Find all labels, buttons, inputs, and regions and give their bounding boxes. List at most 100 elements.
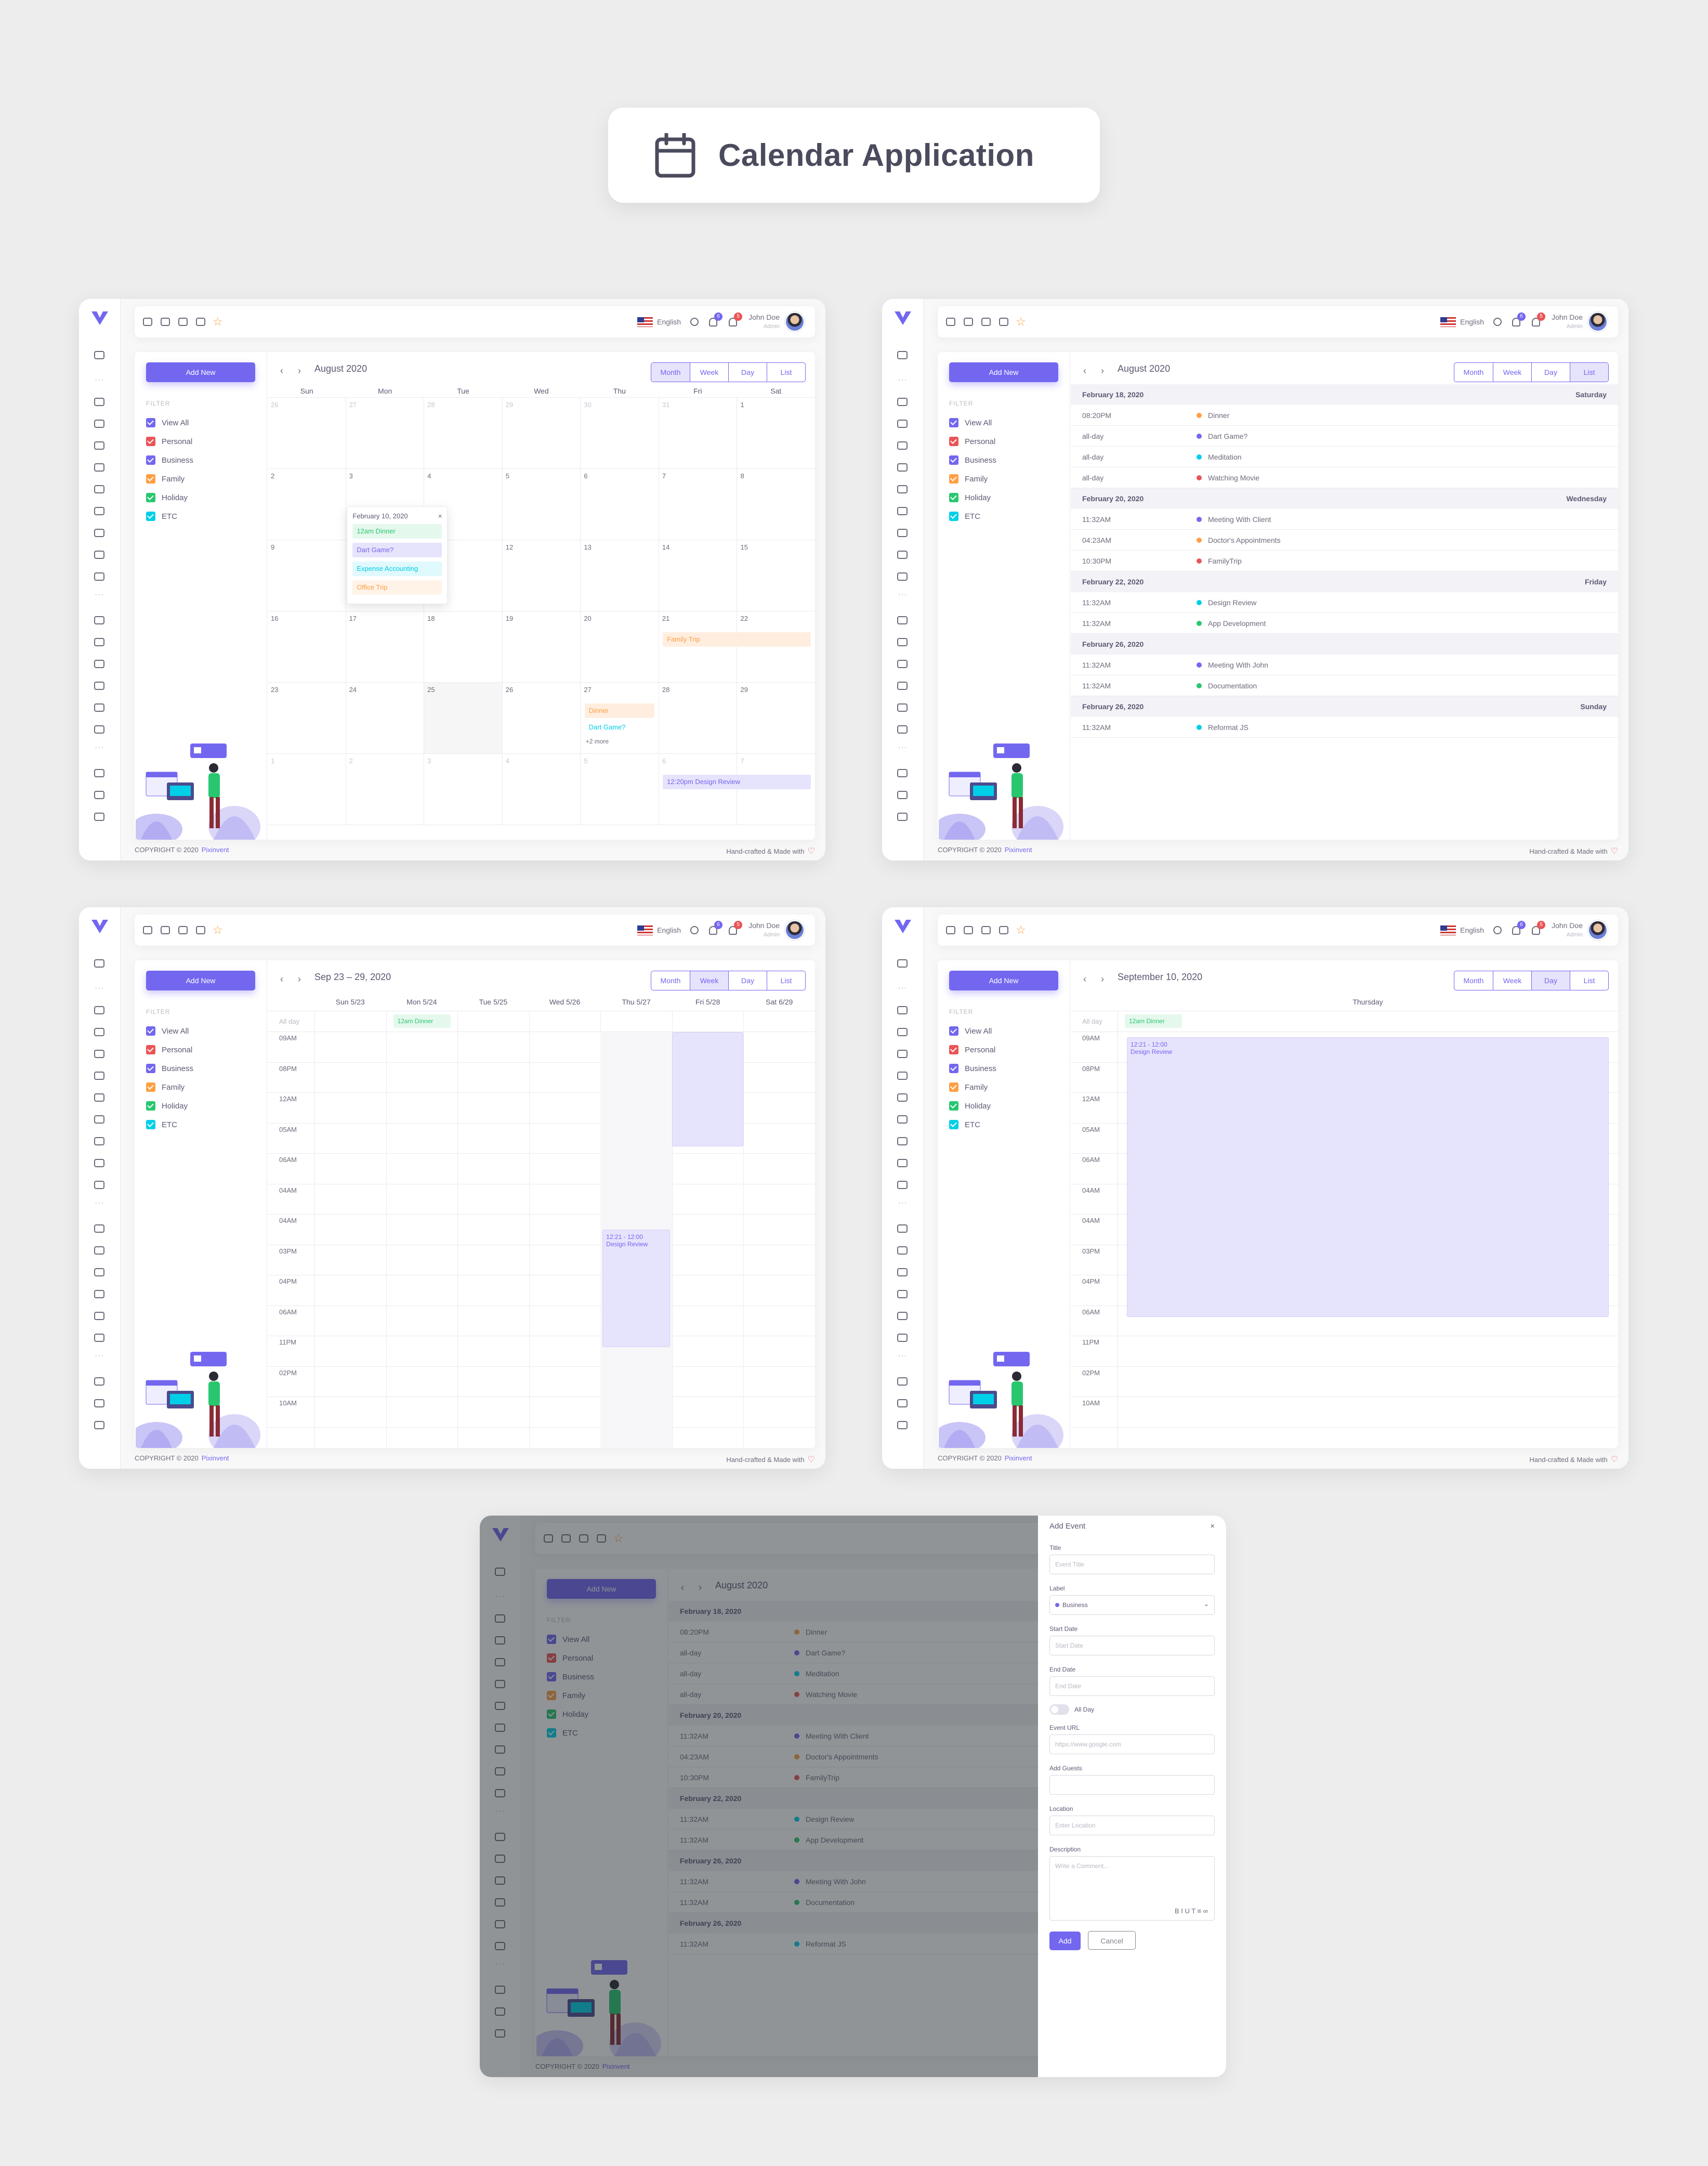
time-slot[interactable]: 06AM xyxy=(268,1154,815,1184)
nav-item-icon[interactable] xyxy=(897,398,908,406)
nav-item-icon[interactable] xyxy=(897,572,908,581)
nav-item-icon[interactable] xyxy=(94,1006,104,1014)
mail-icon[interactable] xyxy=(981,926,991,934)
nav-item-icon[interactable] xyxy=(897,638,908,646)
close-icon[interactable]: × xyxy=(1210,1522,1215,1531)
todo-icon[interactable] xyxy=(946,926,955,934)
day-cell[interactable]: 1 xyxy=(268,754,346,825)
checkbox[interactable] xyxy=(146,1064,155,1073)
view-tab-day[interactable]: Day xyxy=(728,971,767,990)
day-cell[interactable]: 31 xyxy=(659,398,738,468)
nav-item-icon[interactable] xyxy=(897,660,908,668)
nav-item-icon[interactable] xyxy=(94,1028,104,1036)
filter-item[interactable]: Personal xyxy=(949,432,996,451)
filter-item[interactable]: Personal xyxy=(146,1040,193,1059)
nav-item-icon[interactable] xyxy=(897,703,908,712)
event-chip[interactable]: Dart Game? xyxy=(585,720,654,735)
cart-icon[interactable]: 6 xyxy=(1512,312,1526,327)
checkbox[interactable] xyxy=(949,1026,958,1036)
popover-event[interactable]: Expense Accounting xyxy=(352,562,442,576)
nav-item-icon[interactable] xyxy=(897,551,908,559)
nav-item-icon[interactable] xyxy=(897,1115,908,1124)
nav-item-icon[interactable] xyxy=(94,1334,104,1342)
mail-icon[interactable] xyxy=(178,318,188,326)
nav-item-icon[interactable] xyxy=(897,1159,908,1167)
popover-event[interactable]: Dart Game? xyxy=(352,543,442,557)
nav-item-icon[interactable] xyxy=(94,1137,104,1145)
list-event-row[interactable]: 11:32AM Meeting With John xyxy=(1071,655,1618,675)
time-slot[interactable]: 02PM xyxy=(1071,1367,1618,1397)
view-tab-month[interactable]: Month xyxy=(651,363,690,382)
nav-item-icon[interactable] xyxy=(94,351,104,359)
list-event-row[interactable]: all-day Watching Movie xyxy=(1071,467,1618,488)
avatar[interactable] xyxy=(1588,312,1608,332)
nav-item-icon[interactable] xyxy=(94,1268,104,1276)
checkbox[interactable] xyxy=(949,1045,958,1054)
nav-item-icon[interactable] xyxy=(897,1072,908,1080)
nav-item-icon[interactable] xyxy=(897,1137,908,1145)
popover-event[interactable]: 12am Dinner xyxy=(352,524,442,539)
language-selector[interactable]: English xyxy=(1460,926,1484,934)
checkbox[interactable] xyxy=(949,1064,958,1073)
nav-item-icon[interactable] xyxy=(94,660,104,668)
checkbox[interactable] xyxy=(949,493,958,502)
filter-item[interactable]: Business xyxy=(949,451,996,469)
checkbox[interactable] xyxy=(949,418,958,427)
star-icon[interactable]: ☆ xyxy=(1016,923,1026,937)
chevron-right-icon[interactable]: › xyxy=(298,366,301,376)
filter-item[interactable]: View All xyxy=(949,413,996,432)
filter-item[interactable]: Family xyxy=(949,469,996,488)
day-cell[interactable]: 22 xyxy=(737,611,815,682)
nav-item-icon[interactable] xyxy=(94,1421,104,1429)
todo-icon[interactable] xyxy=(143,318,152,326)
nav-item-icon[interactable] xyxy=(94,398,104,406)
view-tab-month[interactable]: Month xyxy=(1454,971,1493,990)
view-tab-week[interactable]: Week xyxy=(690,971,728,990)
checkbox[interactable] xyxy=(146,1045,155,1054)
nav-item-icon[interactable] xyxy=(897,725,908,734)
avatar[interactable] xyxy=(1588,920,1608,940)
chevron-right-icon[interactable]: › xyxy=(298,974,301,985)
nav-item-icon[interactable] xyxy=(897,1181,908,1189)
bell-icon[interactable]: 5 xyxy=(729,312,743,327)
list-event-row[interactable]: 11:32AM Reformat JS xyxy=(1071,717,1618,738)
day-cell[interactable]: 9 xyxy=(268,540,346,611)
more-events-link[interactable]: +2 more xyxy=(586,738,609,745)
cart-icon[interactable]: 6 xyxy=(709,920,723,935)
nav-item-icon[interactable] xyxy=(897,1399,908,1407)
chat-icon[interactable] xyxy=(161,318,170,326)
time-slot[interactable]: 03PM xyxy=(268,1245,815,1275)
time-slot[interactable]: 10AM xyxy=(1071,1397,1618,1428)
event-chip[interactable]: 12am Dinner xyxy=(1125,1014,1182,1028)
time-slot[interactable]: 11PM xyxy=(268,1336,815,1367)
time-slot[interactable]: 04PM xyxy=(268,1275,815,1306)
nav-item-icon[interactable] xyxy=(94,638,104,646)
checkbox[interactable] xyxy=(949,512,958,521)
nav-item-icon[interactable] xyxy=(897,1028,908,1036)
view-tab-week[interactable]: Week xyxy=(1493,971,1531,990)
nav-item-icon[interactable] xyxy=(897,813,908,821)
day-cell[interactable]: 2 xyxy=(346,754,425,825)
filter-item[interactable]: ETC xyxy=(146,1115,193,1134)
day-cell[interactable]: 7 xyxy=(659,469,738,540)
text-field[interactable]: Event Title xyxy=(1049,1555,1215,1574)
nav-item-icon[interactable] xyxy=(897,420,908,428)
nav-item-icon[interactable] xyxy=(897,1421,908,1429)
filter-item[interactable]: Family xyxy=(146,1078,193,1097)
brand-link[interactable]: Pixinvent xyxy=(1005,846,1032,854)
event-block[interactable]: 12:21 - 12:00 Design Review xyxy=(602,1230,670,1347)
day-cell[interactable]: 6 xyxy=(581,469,659,540)
star-icon[interactable]: ☆ xyxy=(213,315,223,329)
day-cell[interactable]: 8 xyxy=(737,469,815,540)
checkbox[interactable] xyxy=(146,1101,155,1111)
filter-item[interactable]: ETC xyxy=(949,507,996,526)
user-info[interactable]: John Doe Admin xyxy=(1552,921,1583,939)
user-info[interactable]: John Doe Admin xyxy=(748,921,780,939)
user-info[interactable]: John Doe Admin xyxy=(1552,313,1583,331)
add-new-button[interactable]: Add New xyxy=(146,971,255,990)
nav-item-icon[interactable] xyxy=(897,529,908,537)
view-tab-list[interactable]: List xyxy=(1570,363,1608,382)
filter-item[interactable]: Holiday xyxy=(949,488,996,507)
nav-item-icon[interactable] xyxy=(94,703,104,712)
view-tab-list[interactable]: List xyxy=(1570,971,1608,990)
